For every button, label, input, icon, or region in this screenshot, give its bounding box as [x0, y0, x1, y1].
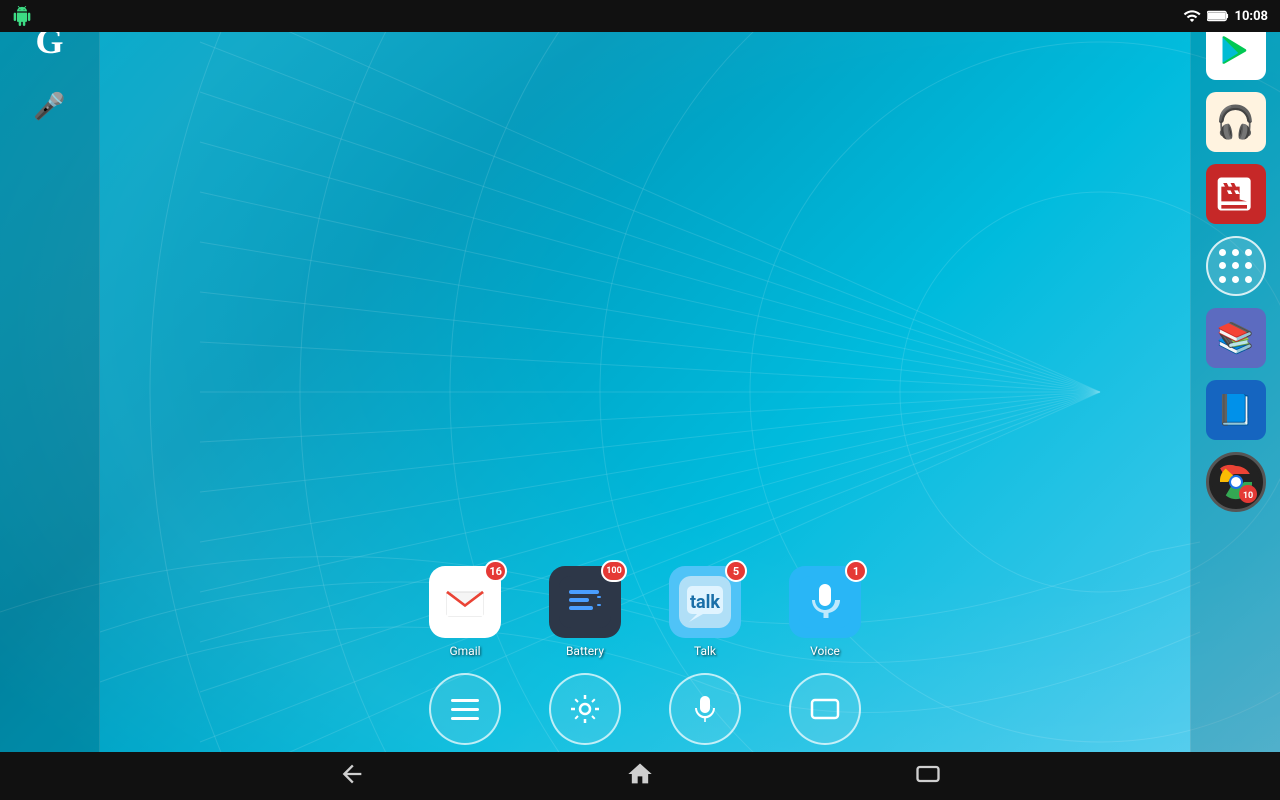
bookshelf-icon[interactable]: 📚	[1206, 308, 1266, 368]
blue-book-icon[interactable]: 📘	[1206, 380, 1266, 440]
wifi-icon	[1183, 7, 1201, 25]
google-movies-icon[interactable]	[1206, 164, 1266, 224]
status-left	[12, 6, 32, 26]
talk-app[interactable]: talk 5 Talk	[660, 566, 750, 658]
home-button[interactable]	[626, 760, 654, 792]
back-button[interactable]	[338, 760, 366, 792]
talk-label: Talk	[694, 644, 716, 658]
battery-app[interactable]: 100 Battery	[540, 566, 630, 658]
voice-badge: 1	[845, 560, 867, 582]
voice-search-left-icon[interactable]: 🎤	[33, 92, 65, 122]
dock-row-1: 16 Gmail 100 Battery	[420, 566, 870, 658]
clock: 10:08	[1235, 9, 1269, 24]
gmail-app[interactable]: 16 Gmail	[420, 566, 510, 658]
voice-app[interactable]: 1 Voice	[780, 566, 870, 658]
gmail-badge: 16	[484, 560, 507, 582]
svg-text:talk: talk	[690, 592, 720, 613]
right-panel: 🎧 📚 📘	[1190, 0, 1280, 800]
battery-badge: 100	[601, 560, 627, 582]
recents-button[interactable]	[914, 760, 942, 792]
talk-badge: 5	[725, 560, 747, 582]
battery-status-icon	[1207, 9, 1229, 23]
nav-bar	[0, 752, 1280, 800]
app-drawer-icon[interactable]	[1206, 236, 1266, 296]
status-bar: 10:08	[0, 0, 1280, 32]
gmail-label: Gmail	[449, 644, 480, 658]
svg-text:10: 10	[1242, 491, 1252, 501]
chrome-icon[interactable]: 10	[1206, 452, 1266, 512]
google-music-icon[interactable]: 🎧	[1206, 92, 1266, 152]
left-panel: G 🎤	[0, 0, 100, 800]
battery-label: Battery	[566, 644, 604, 658]
status-right: 10:08	[1183, 7, 1269, 25]
voice-label: Voice	[810, 644, 840, 658]
android-icon	[12, 6, 32, 26]
